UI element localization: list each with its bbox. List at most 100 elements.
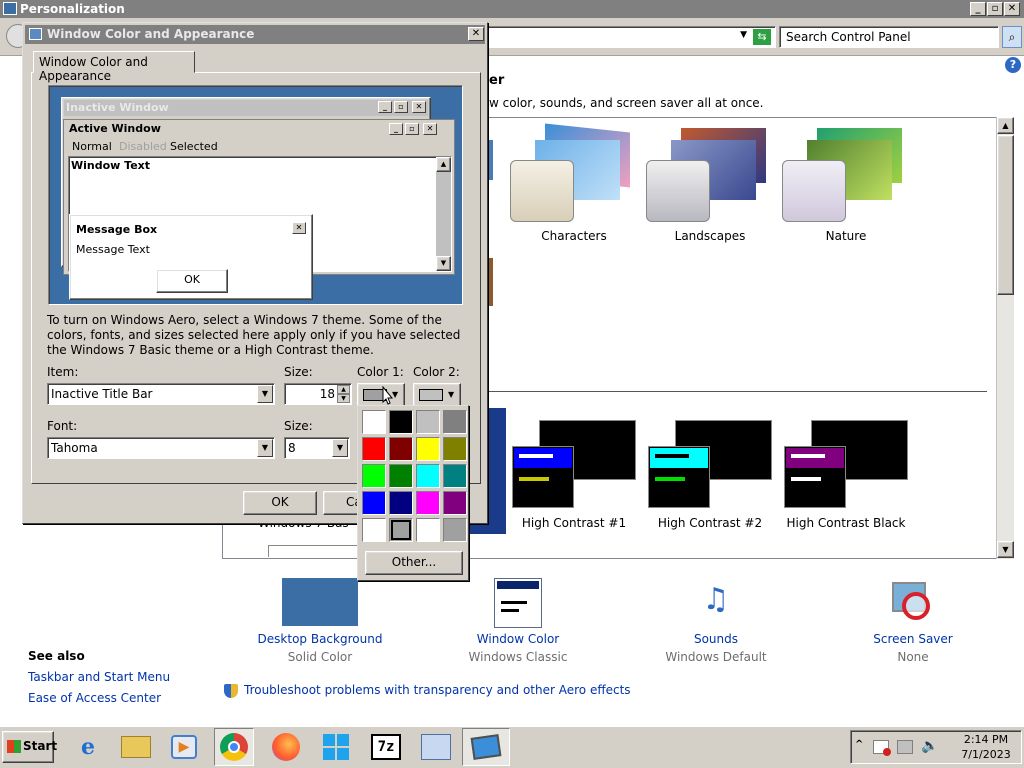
search-placeholder: Search Control Panel [786, 30, 911, 44]
help-icon[interactable]: ? [1005, 57, 1021, 73]
palette-swatch[interactable] [416, 437, 440, 461]
windows-icon[interactable] [318, 730, 354, 764]
refresh-icon[interactable]: ⇆ [753, 29, 771, 45]
scroll-up-icon[interactable]: ▲ [997, 117, 1014, 134]
size-input-value: 18 [319, 387, 335, 401]
ok-button[interactable]: OK [243, 491, 317, 515]
preview-ok-button: OK [156, 269, 228, 293]
palette-swatch[interactable] [362, 437, 386, 461]
maximize-icon[interactable]: ▫ [987, 2, 1003, 16]
chevron-down-icon[interactable]: ▼ [332, 439, 348, 457]
search-icon[interactable]: ⌕ [1002, 26, 1022, 48]
palette-swatch[interactable] [443, 437, 467, 461]
window-color-value: Windows Classic [468, 650, 568, 664]
see-also-heading: See also [28, 649, 85, 663]
screen-saver-icon[interactable] [888, 578, 936, 626]
window-color-link[interactable]: Window Color [438, 632, 598, 646]
firefox-icon[interactable] [268, 730, 304, 764]
palette-swatch[interactable] [362, 491, 386, 515]
minimize-icon[interactable]: _ [970, 2, 986, 16]
dialog-close-icon[interactable]: ✕ [468, 27, 484, 41]
spin-down-icon[interactable]: ▼ [337, 394, 350, 403]
close-icon[interactable]: ✕ [1004, 2, 1020, 16]
7zip-icon[interactable]: 7z [368, 730, 404, 764]
personalization-taskbar-icon[interactable] [462, 728, 510, 766]
palette-swatch[interactable] [416, 464, 440, 488]
palette-swatch[interactable] [389, 491, 413, 515]
preview-message-text: Message Text [76, 243, 150, 256]
color2-button[interactable]: ▼ [413, 383, 461, 407]
theme-list-scrollbar[interactable]: ▲ ▼ [996, 117, 1014, 559]
sounds-link[interactable]: Sounds [636, 632, 796, 646]
desktop-background-icon[interactable] [282, 578, 358, 626]
volume-icon[interactable]: 🔈 [921, 738, 938, 754]
palette-swatch[interactable] [362, 464, 386, 488]
window-color-icon[interactable] [494, 578, 542, 628]
scroll-down-icon[interactable]: ▼ [997, 541, 1014, 558]
palette-swatch[interactable] [389, 464, 413, 488]
font-size-select[interactable]: 8 ▼ [284, 437, 350, 459]
preview-area: Inactive Window _ ▫ ✕ Active Window _ ▫ … [48, 85, 463, 305]
screen-saver-value: None [897, 650, 929, 664]
preview-menu-selected: Selected [170, 140, 218, 153]
taskbar-start-menu-link[interactable]: Taskbar and Start Menu [28, 670, 170, 684]
chevron-down-icon[interactable]: ▼ [740, 30, 747, 40]
font-select[interactable]: Tahoma ▼ [47, 437, 275, 459]
palette-swatch[interactable] [443, 491, 467, 515]
control-panel-taskbar-icon[interactable] [418, 730, 454, 764]
theme-landscapes[interactable] [646, 128, 770, 224]
screen-saver-link[interactable]: Screen Saver [833, 632, 993, 646]
palette-swatch[interactable] [362, 518, 386, 542]
ease-of-access-link[interactable]: Ease of Access Center [28, 691, 161, 705]
preview-active-close-icon: ✕ [423, 123, 437, 135]
item-select-value: Inactive Title Bar [51, 387, 153, 401]
chevron-up-icon[interactable]: ^ [855, 739, 863, 750]
theme-label-characters: Characters [541, 229, 607, 243]
theme-label-nature: Nature [825, 229, 867, 243]
flag-icon[interactable] [873, 740, 891, 756]
dialog-app-icon [29, 28, 42, 40]
palette-swatch[interactable] [389, 518, 413, 542]
palette-swatch[interactable] [389, 410, 413, 434]
troubleshoot-link[interactable]: Troubleshoot problems with transparency … [244, 683, 631, 697]
clock-time[interactable]: 2:14 PM [951, 733, 1021, 746]
network-icon[interactable] [897, 740, 913, 754]
item-label: Item: [47, 365, 79, 379]
palette-swatch[interactable] [362, 410, 386, 434]
theme-high-contrast-1[interactable] [510, 418, 638, 510]
palette-swatch[interactable] [443, 410, 467, 434]
address-field[interactable]: ▼ ⇆ [470, 26, 776, 48]
chrome-icon[interactable] [214, 728, 254, 766]
tab-window-color[interactable]: Window Color and Appearance [33, 51, 195, 83]
palette-swatch[interactable] [416, 491, 440, 515]
internet-explorer-icon[interactable]: e [70, 730, 106, 764]
item-select[interactable]: Inactive Title Bar ▼ [47, 383, 275, 405]
other-color-button[interactable]: Other... [365, 551, 463, 575]
spin-up-icon[interactable]: ▲ [337, 385, 350, 394]
clock-date[interactable]: 7/1/2023 [951, 748, 1021, 761]
chevron-down-icon[interactable]: ▼ [257, 439, 273, 457]
media-player-icon[interactable]: ▶ [166, 730, 202, 764]
cancel-button[interactable]: Ca [323, 491, 361, 515]
desktop-background-link[interactable]: Desktop Background [240, 632, 400, 646]
palette-swatch[interactable] [443, 518, 467, 542]
theme-nature[interactable] [782, 128, 906, 224]
palette-swatch[interactable] [416, 518, 440, 542]
size-label: Size: [284, 365, 313, 379]
sounds-icon[interactable]: ♫ [692, 578, 740, 626]
theme-high-contrast-2[interactable] [646, 418, 774, 510]
theme-high-contrast-black[interactable] [782, 418, 910, 510]
palette-swatch[interactable] [443, 464, 467, 488]
search-input[interactable]: Search Control Panel [779, 26, 999, 48]
control-panel-icon [3, 2, 17, 15]
theme-characters[interactable] [510, 123, 634, 224]
file-explorer-icon[interactable] [118, 730, 154, 764]
palette-swatch[interactable] [416, 410, 440, 434]
palette-swatch[interactable] [389, 437, 413, 461]
chevron-down-icon[interactable]: ▼ [257, 385, 273, 403]
color1-button[interactable]: ▼ [357, 383, 405, 407]
size-input[interactable]: 18 ▲ ▼ [284, 383, 352, 405]
theme-divider [487, 391, 987, 392]
scroll-thumb[interactable] [997, 135, 1014, 295]
start-button[interactable]: Start [2, 731, 57, 763]
